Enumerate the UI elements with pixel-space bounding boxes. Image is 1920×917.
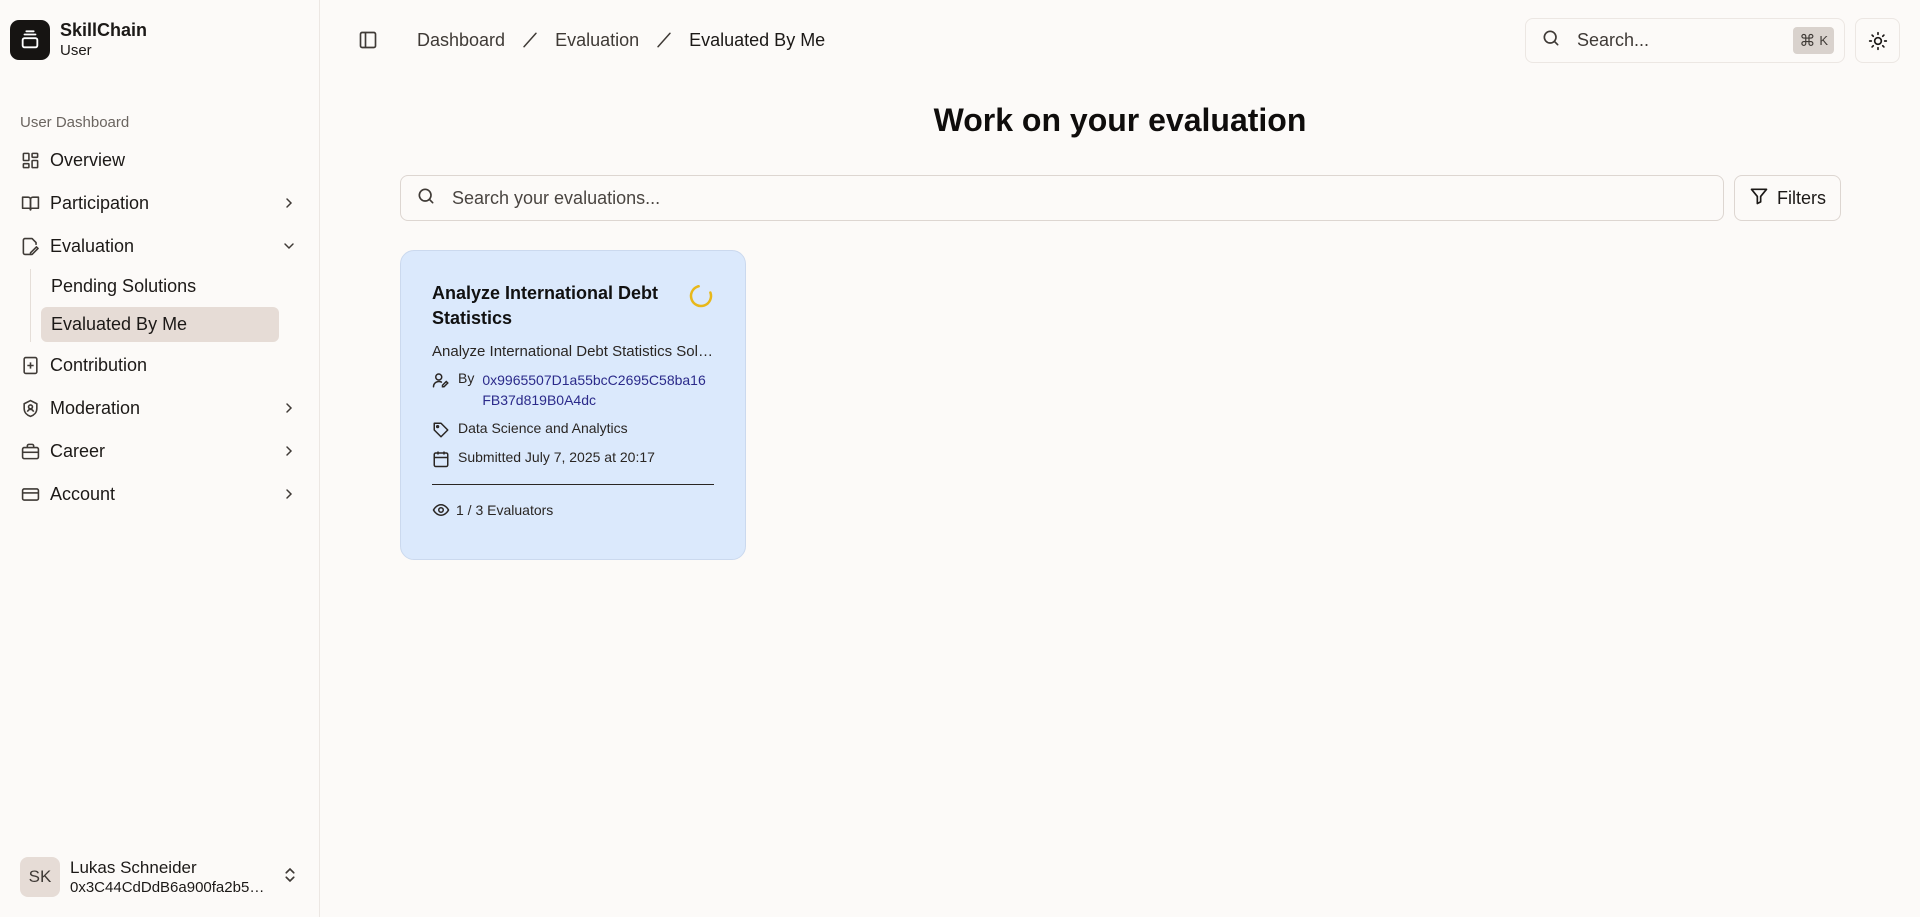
sidebar-subitem-pending-solutions[interactable]: Pending Solutions (41, 269, 279, 304)
keyboard-shortcut: ⌘ K (1793, 27, 1834, 54)
search-icon (1541, 28, 1561, 53)
shortcut-key: K (1819, 33, 1828, 48)
command-key-icon: ⌘ (1799, 32, 1816, 50)
card-evaluators-label: 1 / 3 Evaluators (456, 502, 554, 518)
user-menu[interactable]: SK Lukas Schneider 0x3C44CdDdB6a900fa2b5… (10, 852, 309, 902)
breadcrumb-evaluation[interactable]: Evaluation (555, 30, 639, 51)
chevron-right-icon (279, 398, 299, 418)
sidebar-subitem-evaluated-by-me[interactable]: Evaluated By Me (41, 307, 279, 342)
layout-dashboard-icon (20, 150, 40, 170)
sidebar-item-career[interactable]: Career (10, 431, 309, 471)
filters-button[interactable]: Filters (1734, 175, 1841, 221)
user-address: 0x3C44CdDdB6a900fa2b585dd299e03d12FA4293… (70, 879, 271, 896)
sidebar-item-label: Moderation (50, 397, 141, 418)
calendar-icon (433, 451, 449, 468)
brand-logo-icon (10, 19, 50, 60)
global-search-button[interactable]: Search... ⌘ K (1525, 18, 1845, 63)
sidebar-item-account[interactable]: Account (10, 474, 309, 514)
card-author-address[interactable]: 0x9965507D1a55bcC2695C58ba16FB37d819B0A4… (482, 370, 714, 410)
sidebar-item-moderation[interactable]: Moderation (10, 388, 309, 428)
sun-icon (1868, 31, 1887, 50)
sidebar-toggle-button[interactable] (353, 25, 383, 55)
filter-row: Filters (400, 175, 1841, 221)
chevron-right-icon (279, 193, 299, 213)
evaluation-subnav: Pending Solutions Evaluated By Me (30, 269, 279, 342)
evaluation-search (400, 175, 1724, 221)
card-divider (432, 484, 714, 485)
global-search-placeholder: Search... (1577, 30, 1650, 50)
brand-name: SkillChain (60, 20, 148, 40)
app-root: SkillChain User User Dashboard Overview … (0, 0, 1920, 917)
eye-icon (432, 503, 450, 517)
square-plus-icon (20, 355, 40, 375)
breadcrumb-current: Evaluated By Me (689, 29, 826, 50)
chevrons-up-down-icon (281, 866, 299, 889)
file-pen-icon (20, 236, 40, 256)
card-description: Analyze International Debt Statistics So… (432, 343, 714, 360)
sidebar-item-label: Account (50, 483, 116, 504)
card-category: Data Science and Analytics (432, 420, 714, 439)
chevron-right-icon (279, 484, 299, 504)
evaluation-search-input[interactable] (452, 187, 1708, 209)
sidebar-item-overview[interactable]: Overview (10, 140, 309, 180)
card-by-label: By (458, 370, 475, 386)
sidebar-item-label: Overview (50, 149, 126, 170)
card-author: By 0x9965507D1a55bcC2695C58ba16FB37d819B… (432, 370, 714, 410)
card-evaluators: 1 / 3 Evaluators (432, 501, 714, 519)
breadcrumb: Dashboard Evaluation Evaluated By Me (417, 30, 825, 51)
tag-icon (433, 422, 449, 438)
sidebar: SkillChain User User Dashboard Overview … (0, 0, 320, 917)
sidebar-item-participation[interactable]: Participation (10, 183, 309, 223)
sidebar-item-evaluation[interactable]: Evaluation (10, 226, 309, 266)
page-title: Work on your evaluation (933, 102, 1307, 138)
sidebar-item-label: Contribution (50, 354, 148, 375)
sidebar-group-label: User Dashboard (20, 114, 130, 131)
breadcrumb-dashboard[interactable]: Dashboard (417, 30, 505, 51)
slash-separator-icon (655, 30, 673, 50)
brand[interactable]: SkillChain User (0, 0, 319, 79)
evaluation-card[interactable]: Analyze International Debt Statistics An… (400, 250, 746, 560)
chevron-right-icon (279, 441, 299, 461)
slash-separator-icon (521, 30, 539, 50)
avatar: SK (20, 857, 60, 897)
card-title: Analyze International Debt Statistics (432, 283, 659, 328)
card-submitted: Submitted July 7, 2025 at 20:17 (432, 449, 714, 468)
brand-role: User (60, 42, 92, 59)
main-content: Dashboard Evaluation Evaluated By Me Sea… (320, 0, 1920, 917)
loading-spinner-icon (689, 284, 713, 308)
sidebar-item-label: Evaluation (50, 235, 135, 256)
sidebar-item-label: Participation (50, 192, 150, 213)
user-pen-icon (432, 373, 449, 388)
filter-icon (1749, 186, 1769, 211)
user-name: Lukas Schneider (70, 858, 197, 877)
search-icon (416, 186, 436, 211)
credit-card-icon (20, 484, 40, 504)
card-submitted-label: Submitted July 7, 2025 at 20:17 (458, 449, 655, 465)
card-category-label: Data Science and Analytics (458, 420, 628, 436)
sidebar-item-contribution[interactable]: Contribution (10, 345, 309, 385)
shield-icon (20, 398, 40, 418)
theme-toggle-button[interactable] (1855, 18, 1900, 63)
chevron-down-icon (279, 236, 299, 256)
book-open-icon (20, 193, 40, 213)
panel-left-icon (359, 31, 377, 49)
filters-label: Filters (1777, 187, 1826, 208)
briefcase-icon (20, 441, 40, 461)
sidebar-item-label: Career (50, 440, 106, 461)
